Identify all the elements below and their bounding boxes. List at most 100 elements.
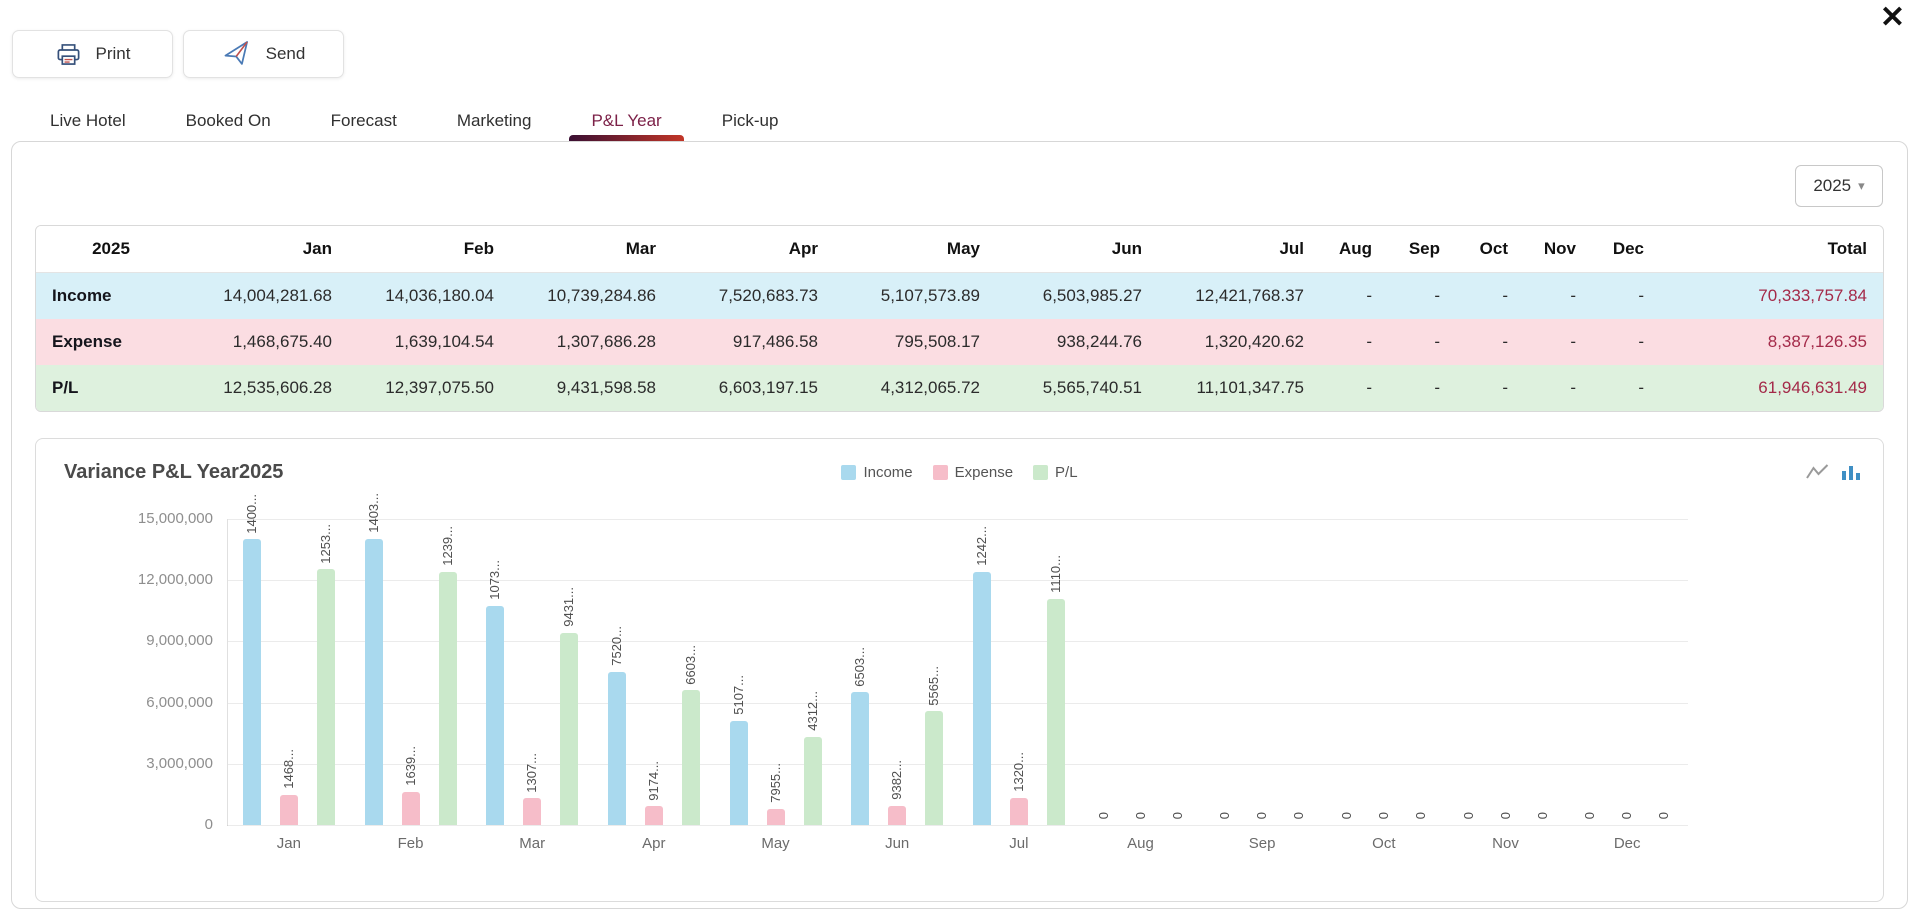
bar-p-l-apr[interactable] [682, 690, 700, 825]
cell-expense-apr: 917,486.58 [672, 319, 834, 365]
row-label-income: Income [36, 273, 186, 320]
bar-p-l-jun[interactable] [925, 711, 943, 825]
cell-p-l-sep: - [1388, 365, 1456, 411]
bar-value-label-expense-oct: 0 [1376, 812, 1392, 819]
close-button[interactable]: ✕ [1874, 2, 1911, 34]
bar-p-l-jul[interactable] [1047, 599, 1065, 825]
legend-item-expense[interactable]: Expense [933, 464, 1013, 481]
bar-income-may[interactable] [730, 721, 748, 825]
legend-label-expense: Expense [955, 464, 1013, 481]
bar-value-label-income-oct: 0 [1339, 812, 1355, 819]
cell-expense-may: 795,508.17 [834, 319, 996, 365]
bar-expense-jun[interactable] [888, 806, 906, 825]
bar-value-label-expense-jul: 1320... [1011, 752, 1027, 792]
cell-income-jun: 6,503,985.27 [996, 273, 1158, 320]
cell-p-l-aug: - [1320, 365, 1388, 411]
bar-chart-icon[interactable] [1841, 463, 1861, 481]
cell-income-total: 70,333,757.84 [1660, 273, 1883, 320]
chart-header: Variance P&L Year2025 IncomeExpenseP/L [36, 439, 1883, 501]
legend-label-p-l: P/L [1055, 464, 1078, 481]
col-header-feb: Feb [348, 226, 510, 273]
x-axis-label-sep: Sep [1217, 835, 1307, 852]
y-axis-tick: 15,000,000 [58, 510, 213, 527]
col-header-may: May [834, 226, 996, 273]
bar-value-label-p-l-dec: 0 [1656, 812, 1672, 819]
bar-value-label-p-l-jun: 5565... [926, 666, 942, 706]
y-axis-tick: 3,000,000 [58, 755, 213, 772]
bar-income-jan[interactable] [243, 539, 261, 825]
x-axis-label-may: May [731, 835, 821, 852]
send-button[interactable]: Send [183, 30, 344, 78]
tab-marketing[interactable]: Marketing [427, 100, 562, 141]
bar-expense-feb[interactable] [402, 792, 420, 825]
tab-pick-up[interactable]: Pick-up [692, 100, 809, 141]
bar-value-label-expense-aug: 0 [1133, 812, 1149, 819]
bar-value-label-p-l-oct: 0 [1413, 812, 1429, 819]
col-header-nov: Nov [1524, 226, 1592, 273]
y-axis-tick: 12,000,000 [58, 571, 213, 588]
tab-booked-on[interactable]: Booked On [156, 100, 301, 141]
line-chart-icon[interactable] [1806, 463, 1829, 481]
table-header-row: 2025JanFebMarAprMayJunJulAugSepOctNovDec… [36, 226, 1883, 273]
send-label: Send [266, 44, 306, 64]
table-row-p-l: P/L12,535,606.2812,397,075.509,431,598.5… [36, 365, 1883, 411]
bar-p-l-mar[interactable] [560, 633, 578, 825]
tab-p-l-year[interactable]: P&L Year [561, 100, 691, 141]
cell-income-dec: - [1592, 273, 1660, 320]
x-axis-label-aug: Aug [1096, 835, 1186, 852]
bar-value-label-income-nov: 0 [1461, 812, 1477, 819]
bar-value-label-p-l-feb: 1239... [440, 526, 456, 566]
chart-legend: Income Expense P/L [36, 464, 1883, 481]
cell-income-oct: - [1456, 273, 1524, 320]
bar-expense-may[interactable] [767, 809, 785, 825]
cell-p-l-mar: 9,431,598.58 [510, 365, 672, 411]
bar-p-l-may[interactable] [804, 737, 822, 825]
cell-expense-total: 8,387,126.35 [1660, 319, 1883, 365]
table-row-income: Income14,004,281.6814,036,180.0410,739,2… [36, 273, 1883, 320]
chart-card: Variance P&L Year2025 IncomeExpenseP/L [35, 438, 1884, 902]
col-header-jun: Jun [996, 226, 1158, 273]
printer-icon [55, 41, 82, 68]
cell-income-aug: - [1320, 273, 1388, 320]
bar-income-feb[interactable] [365, 539, 383, 825]
bar-value-label-income-apr: 7520... [609, 626, 625, 666]
cell-expense-oct: - [1456, 319, 1524, 365]
year-selector[interactable]: 2025 ▾ [1795, 165, 1883, 207]
bar-value-label-income-dec: 0 [1582, 812, 1598, 819]
bar-value-label-expense-jun: 9382... [889, 760, 905, 800]
print-button[interactable]: Print [12, 30, 173, 78]
paper-plane-icon [220, 38, 254, 70]
bar-expense-jul[interactable] [1010, 798, 1028, 825]
col-header-aug: Aug [1320, 226, 1388, 273]
cell-expense-jul: 1,320,420.62 [1158, 319, 1320, 365]
bar-expense-mar[interactable] [523, 798, 541, 825]
cell-income-jan: 14,004,281.68 [186, 273, 348, 320]
cell-p-l-total: 61,946,631.49 [1660, 365, 1883, 411]
cell-p-l-feb: 12,397,075.50 [348, 365, 510, 411]
row-label-expense: Expense [36, 319, 186, 365]
bar-value-label-p-l-jan: 1253... [318, 524, 334, 564]
legend-item-income[interactable]: Income [841, 464, 912, 481]
col-header-total: Total [1660, 226, 1883, 273]
y-axis-tick: 6,000,000 [58, 694, 213, 711]
bar-value-label-income-may: 5107... [731, 675, 747, 715]
bar-p-l-feb[interactable] [439, 572, 457, 825]
bar-income-mar[interactable] [486, 606, 504, 825]
bar-p-l-jan[interactable] [317, 569, 335, 825]
print-label: Print [96, 44, 131, 64]
bar-income-jul[interactable] [973, 572, 991, 825]
bar-expense-jan[interactable] [280, 795, 298, 825]
tab-forecast[interactable]: Forecast [301, 100, 427, 141]
bar-value-label-expense-dec: 0 [1619, 812, 1635, 819]
bar-income-apr[interactable] [608, 672, 626, 825]
tab-live-hotel[interactable]: Live Hotel [20, 100, 156, 141]
cell-income-jul: 12,421,768.37 [1158, 273, 1320, 320]
bar-value-label-expense-feb: 1639... [403, 746, 419, 786]
legend-label-income: Income [863, 464, 912, 481]
bar-value-label-expense-mar: 1307... [524, 753, 540, 793]
bar-value-label-income-jan: 1400... [244, 494, 260, 534]
legend-swatch-p-l [1033, 465, 1048, 480]
bar-expense-apr[interactable] [645, 806, 663, 825]
legend-item-p-l[interactable]: P/L [1033, 464, 1078, 481]
bar-income-jun[interactable] [851, 692, 869, 825]
